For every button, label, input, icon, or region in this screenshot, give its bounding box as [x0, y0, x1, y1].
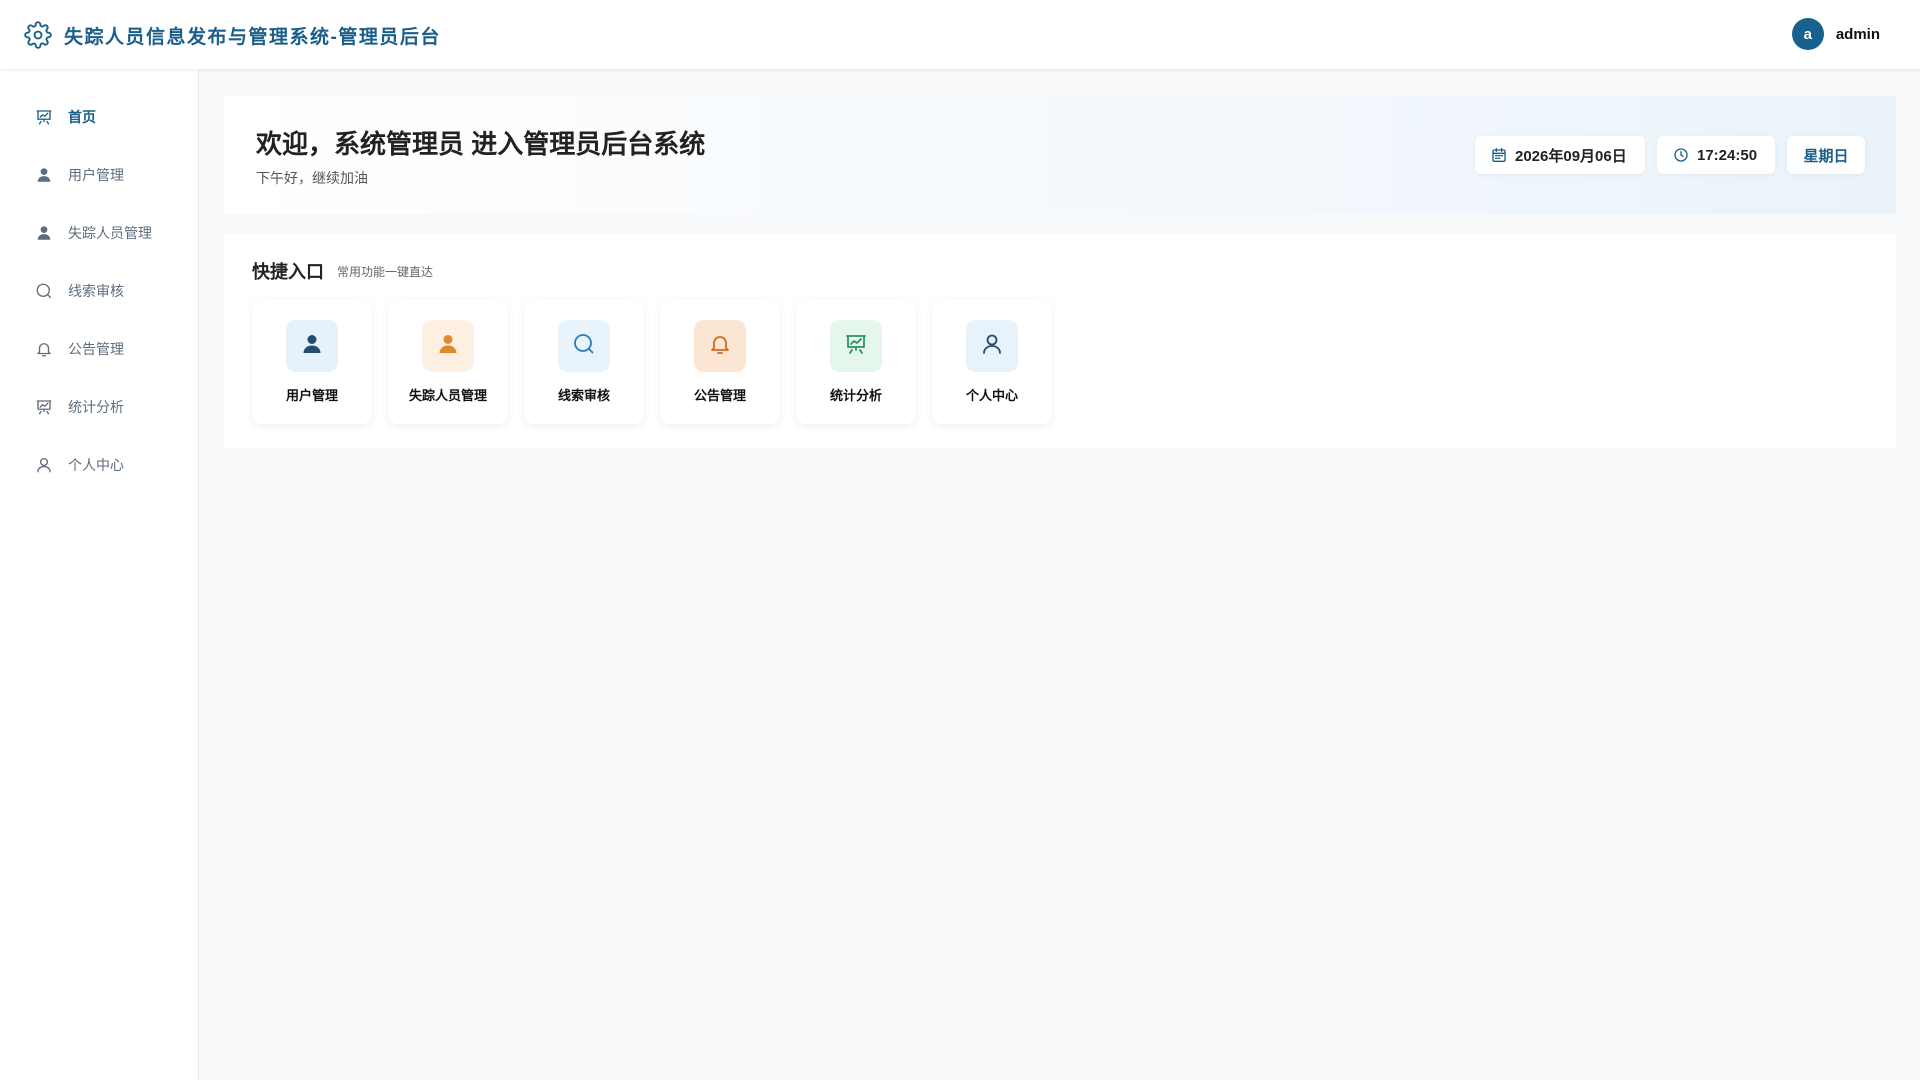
- card-label: 个人中心: [965, 388, 1018, 403]
- quick-entry-title: 快捷入口: [252, 262, 324, 282]
- user-filled-icon: [300, 332, 324, 361]
- quick-card-profile[interactable]: 个人中心: [932, 300, 1052, 424]
- clock-icon: [1673, 147, 1689, 163]
- quick-card-missing-persons[interactable]: 失踪人员管理: [388, 300, 508, 424]
- card-icon-bg: [286, 320, 338, 372]
- current-date: 2026年09月06日: [1515, 147, 1627, 165]
- card-icon-bg: [830, 320, 882, 372]
- quick-entry-subtitle: 常用功能一键直达: [337, 265, 434, 279]
- quick-card-statistics[interactable]: 统计分析: [796, 300, 916, 424]
- user-menu[interactable]: a admin: [1791, 18, 1880, 50]
- date-chip: 2026年09月06日: [1475, 136, 1645, 174]
- card-icon-bg: [422, 320, 474, 372]
- search-icon: [35, 282, 53, 300]
- sidebar-item-label: 统计分析: [68, 399, 124, 415]
- sidebar-item-label: 用户管理: [68, 167, 124, 183]
- card-icon-bg: [694, 320, 746, 372]
- card-label: 统计分析: [829, 388, 882, 403]
- quick-card-announcements[interactable]: 公告管理: [660, 300, 780, 424]
- card-label: 用户管理: [285, 388, 338, 403]
- gear-icon: [24, 21, 52, 49]
- user-filled-icon: [436, 332, 460, 361]
- sidebar-item-profile[interactable]: 个人中心: [0, 443, 199, 487]
- sidebar: 首页 用户管理 失踪人员管理 线索审核 公告管理 统计分析 个人中心: [0, 69, 199, 1080]
- presentation-chart-icon: [35, 108, 53, 126]
- sidebar-item-label: 公告管理: [68, 341, 124, 357]
- sidebar-item-label: 首页: [68, 109, 96, 125]
- card-label: 失踪人员管理: [408, 388, 487, 403]
- top-header: 失踪人员信息发布与管理系统-管理员后台 a admin: [0, 0, 1920, 69]
- app-title: 失踪人员信息发布与管理系统-管理员后台: [64, 27, 441, 48]
- sidebar-item-label: 线索审核: [68, 283, 124, 299]
- user-filled-icon: [35, 166, 53, 184]
- sidebar-item-clue-review[interactable]: 线索审核: [0, 269, 199, 313]
- card-icon-bg: [966, 320, 1018, 372]
- avatar[interactable]: a: [1791, 18, 1824, 50]
- calendar-icon: [1491, 147, 1507, 163]
- quick-entry-panel: 快捷入口 常用功能一键直达 用户管理 失踪人员管理 线索审核 公告管理 统计分析: [224, 234, 1896, 448]
- sidebar-item-missing-persons[interactable]: 失踪人员管理: [0, 211, 199, 255]
- search-icon: [572, 332, 596, 361]
- current-time: 17:24:50: [1697, 146, 1758, 164]
- sidebar-item-home[interactable]: 首页: [0, 95, 199, 139]
- user-outline-icon: [980, 332, 1004, 361]
- time-chip: 17:24:50: [1657, 136, 1775, 174]
- card-label: 公告管理: [693, 388, 746, 403]
- bell-icon: [708, 332, 732, 361]
- welcome-subtitle: 下午好，继续加油: [256, 170, 368, 186]
- presentation-chart-icon: [35, 398, 53, 416]
- sidebar-item-users[interactable]: 用户管理: [0, 153, 199, 197]
- welcome-banner: 欢迎，系统管理员 进入管理员后台系统 下午好，继续加油 2026年09月06日 …: [224, 96, 1896, 214]
- sidebar-item-statistics[interactable]: 统计分析: [0, 385, 199, 429]
- weekday-chip: 星期日: [1787, 136, 1865, 174]
- sidebar-item-announcements[interactable]: 公告管理: [0, 327, 199, 371]
- sidebar-item-label: 失踪人员管理: [68, 225, 152, 241]
- user-filled-icon: [35, 224, 53, 242]
- presentation-chart-icon: [844, 332, 868, 361]
- card-label: 线索审核: [557, 388, 610, 403]
- bell-icon: [35, 340, 53, 358]
- current-weekday: 星期日: [1803, 147, 1849, 165]
- card-icon-bg: [558, 320, 610, 372]
- welcome-title: 欢迎，系统管理员 进入管理员后台系统: [256, 129, 706, 159]
- quick-card-clue-review[interactable]: 线索审核: [524, 300, 644, 424]
- user-outline-icon: [35, 456, 53, 474]
- username[interactable]: admin: [1836, 26, 1880, 43]
- sidebar-item-label: 个人中心: [68, 457, 124, 473]
- quick-card-users[interactable]: 用户管理: [252, 300, 372, 424]
